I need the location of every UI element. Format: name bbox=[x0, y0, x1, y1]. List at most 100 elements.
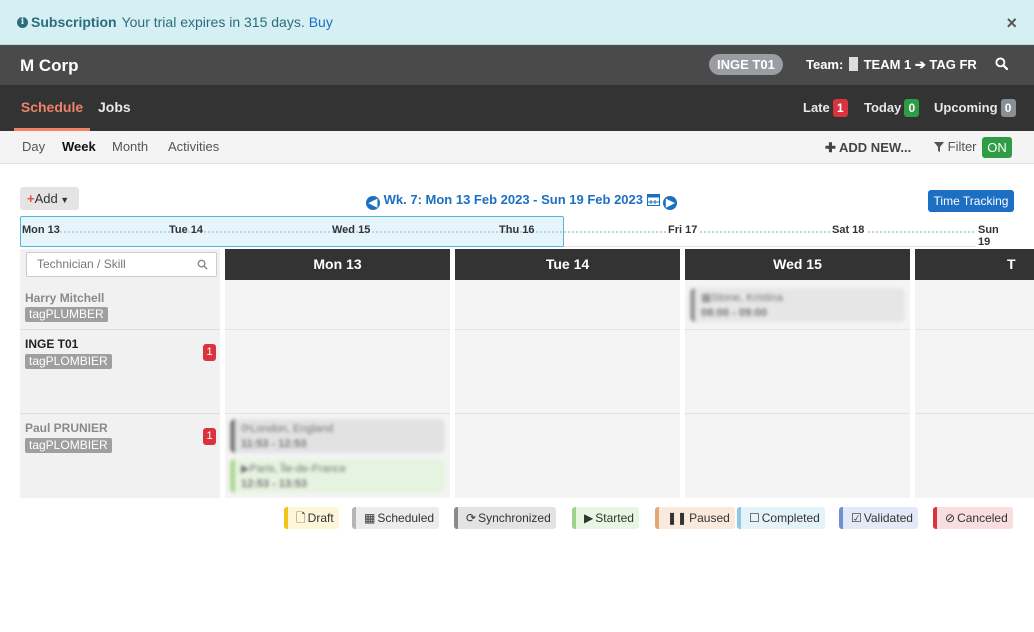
team-value: TEAM 1 ➔ TAG FR bbox=[863, 57, 977, 72]
refresh-icon: ⟳ bbox=[241, 423, 251, 435]
tab-schedule[interactable]: Schedule bbox=[14, 99, 90, 131]
legend-synchronized: ⟳ Synchronized bbox=[454, 507, 556, 529]
timeline-day: Thu 16 bbox=[499, 224, 535, 236]
next-week-icon[interactable]: ▶ bbox=[663, 196, 678, 210]
tab-jobs[interactable]: Jobs bbox=[98, 99, 131, 115]
job-event-scheduled[interactable]: ▦Stone, Kristina 08:00 - 09:00 bbox=[690, 288, 905, 322]
subscription-banner: i Subscription Your trial expires in 315… bbox=[0, 0, 1034, 45]
team-selector[interactable]: Team: TEAM 1 ➔ TAG FR bbox=[806, 57, 977, 73]
schedule-cell[interactable] bbox=[455, 280, 680, 330]
job-event-started[interactable]: ▶Paris, Île-de-France 12:53 - 13:53 bbox=[230, 459, 445, 493]
legend-draft: 🗋 Draft bbox=[284, 507, 339, 529]
legend-label: Draft bbox=[307, 511, 334, 525]
add-dropdown-button[interactable]: +Add ▼ bbox=[20, 187, 79, 210]
schedule-cell[interactable] bbox=[455, 414, 680, 498]
upcoming-count-badge: 0 bbox=[1000, 99, 1016, 117]
view-switcher: Day Week Month Activities ✚ ADD NEW... F… bbox=[0, 131, 1034, 164]
late-count-badge: 1 bbox=[832, 99, 848, 117]
search-icon bbox=[197, 259, 208, 270]
legend-completed: ☐ Completed bbox=[737, 507, 825, 529]
add-new-button[interactable]: ✚ ADD NEW... bbox=[825, 140, 911, 156]
add-new-label: ADD NEW... bbox=[839, 140, 912, 155]
view-activities[interactable]: Activities bbox=[168, 139, 219, 154]
brand-name[interactable]: M Corp bbox=[20, 56, 79, 76]
technician-row[interactable]: INGE T01 tagPLOMBIER 1 bbox=[20, 330, 220, 414]
late-jobs-badge: 1 bbox=[203, 344, 216, 361]
job-event-synchronized[interactable]: ⟳London, England 11:53 - 12:53 bbox=[230, 419, 445, 453]
schedule-cell[interactable]: ⟳London, England 11:53 - 12:53 ▶Paris, Î… bbox=[225, 414, 450, 498]
filter-on-badge[interactable]: ON bbox=[982, 137, 1012, 158]
buy-link[interactable]: Buy bbox=[309, 14, 333, 30]
plus-icon: ✚ bbox=[825, 140, 840, 155]
day-header: Mon 13 bbox=[225, 249, 450, 280]
schedule-cell[interactable] bbox=[455, 330, 680, 414]
filter-label: Filter bbox=[947, 139, 977, 154]
play-icon: ▶ bbox=[584, 511, 594, 525]
legend-started: ▶ Started bbox=[572, 507, 639, 529]
skill-tag: tagPLOMBIER bbox=[25, 354, 112, 369]
schedule-cell[interactable] bbox=[225, 280, 450, 330]
legend-label: Started bbox=[595, 511, 634, 525]
technician-row[interactable]: Harry Mitchell tagPLUMBER bbox=[20, 281, 220, 330]
week-navigator: ◀ Wk. 7: Mon 13 Feb 2023 - Sun 19 Feb 20… bbox=[366, 192, 678, 210]
ban-icon: ⊘ bbox=[945, 511, 956, 525]
banner-title: Subscription bbox=[31, 14, 117, 30]
filter-button[interactable]: Filter bbox=[934, 139, 977, 154]
plus-icon: + bbox=[27, 191, 35, 206]
legend-validated: ☑ Validated bbox=[839, 507, 918, 529]
late-jobs-badge: 1 bbox=[203, 428, 216, 445]
timeline-day: Tue 14 bbox=[169, 224, 204, 236]
event-location: London, England bbox=[250, 423, 334, 435]
view-week[interactable]: Week bbox=[62, 139, 96, 154]
schedule-cell[interactable] bbox=[915, 414, 1034, 498]
day-header: Tue 14 bbox=[455, 249, 680, 280]
legend-label: Completed bbox=[761, 511, 820, 525]
pause-icon: ❚❚ bbox=[667, 511, 688, 525]
upcoming-counter[interactable]: Upcoming 0 bbox=[934, 99, 1016, 117]
day-column-mon: Mon 13 ⟳London, England 11:53 - 12:53 ▶P… bbox=[225, 249, 450, 498]
legend-canceled: ⊘ Canceled bbox=[933, 507, 1013, 529]
team-color-swatch bbox=[848, 57, 858, 71]
upcoming-label: Upcoming bbox=[934, 100, 998, 115]
time-tracking-button[interactable]: Time Tracking bbox=[928, 190, 1014, 212]
check-square-icon: ☑ bbox=[851, 511, 862, 525]
week-timeline[interactable]: Mon 13 Tue 14 Wed 15 Thu 16 Fri 17 Sat 1… bbox=[20, 216, 1014, 248]
main-nav: Schedule Jobs Late 1 Today 0 Upcoming 0 bbox=[0, 85, 1034, 131]
timeline-day: Sun 19 bbox=[976, 224, 1014, 248]
banner-message: Your trial expires in 315 days. bbox=[121, 14, 305, 30]
refresh-icon: ⟳ bbox=[466, 511, 477, 525]
filter-icon bbox=[934, 142, 944, 152]
square-icon: ☐ bbox=[749, 511, 760, 525]
legend-scheduled: ▦ Scheduled bbox=[352, 507, 440, 529]
search-placeholder: Technician / Skill bbox=[37, 257, 126, 271]
add-label: Add bbox=[34, 191, 58, 206]
schedule-cell[interactable] bbox=[225, 330, 450, 414]
caret-down-icon: ▼ bbox=[57, 195, 70, 205]
today-count-badge: 0 bbox=[904, 99, 920, 117]
technician-search-input[interactable]: Technician / Skill bbox=[26, 252, 217, 277]
day-header: T bbox=[915, 249, 1034, 280]
search-icon[interactable] bbox=[995, 57, 1008, 70]
technician-row[interactable]: Paul PRUNIER tagPLOMBIER 1 bbox=[20, 414, 220, 498]
view-month[interactable]: Month bbox=[112, 139, 148, 154]
schedule-cell[interactable] bbox=[685, 414, 910, 498]
calendar-icon[interactable] bbox=[646, 193, 660, 206]
legend-label: Canceled bbox=[957, 511, 1008, 525]
schedule-cell[interactable] bbox=[915, 280, 1034, 330]
late-label: Late bbox=[803, 100, 830, 115]
user-badge[interactable]: INGE T01 bbox=[709, 54, 783, 75]
schedule-cell[interactable] bbox=[915, 330, 1034, 414]
skill-tag: tagPLOMBIER bbox=[25, 438, 112, 453]
view-day[interactable]: Day bbox=[22, 139, 45, 154]
legend-label: Scheduled bbox=[377, 511, 435, 525]
late-counter[interactable]: Late 1 bbox=[803, 99, 848, 117]
schedule-cell[interactable] bbox=[685, 330, 910, 414]
today-counter[interactable]: Today 0 bbox=[864, 99, 920, 117]
close-icon[interactable]: × bbox=[1006, 13, 1017, 34]
prev-week-icon[interactable]: ◀ bbox=[366, 196, 380, 210]
legend-label: Paused bbox=[689, 511, 730, 525]
schedule-cell[interactable]: ▦Stone, Kristina 08:00 - 09:00 bbox=[685, 280, 910, 330]
technician-name: INGE T01 bbox=[25, 337, 79, 351]
legend-label: Validated bbox=[863, 511, 913, 525]
event-time: 12:53 - 13:53 bbox=[241, 478, 308, 490]
